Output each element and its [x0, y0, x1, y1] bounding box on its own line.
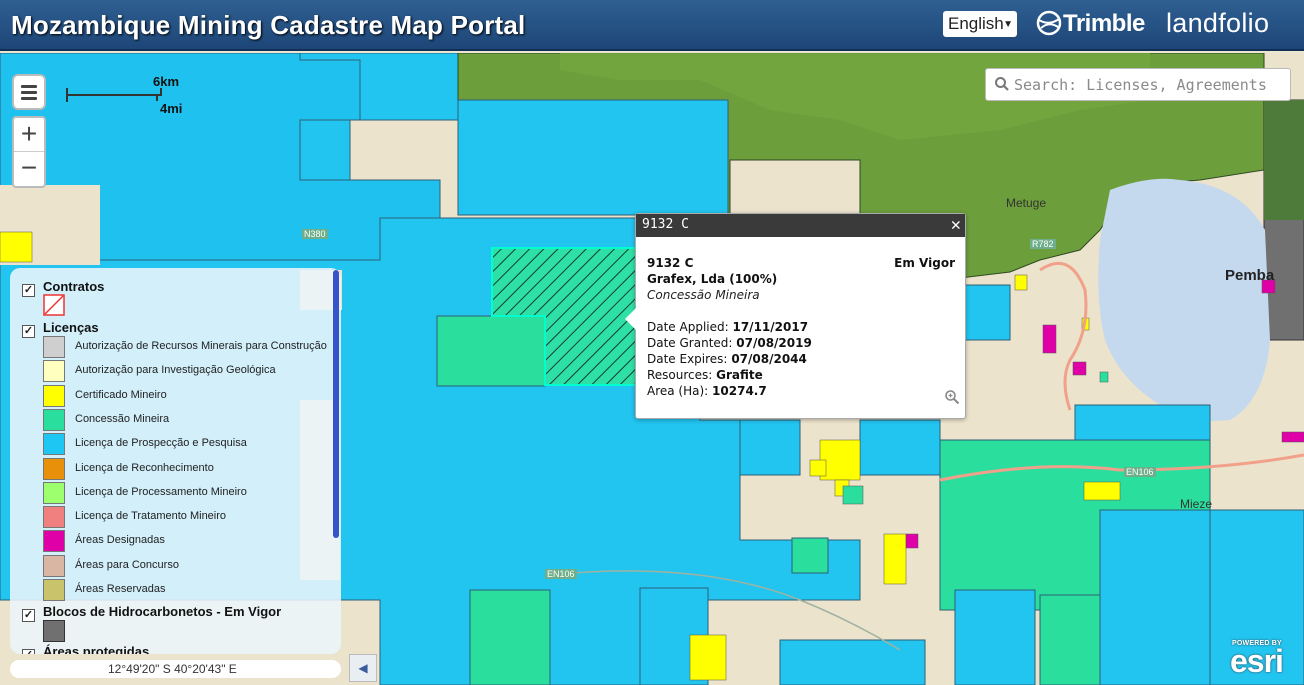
map-label-road-n380: N380 [302, 229, 328, 239]
area-value: 10274.7 [712, 384, 767, 398]
brand-trimble: Trimble [1063, 10, 1145, 37]
resources-label: Resources: [647, 368, 713, 382]
resources-row: Resources: Grafite [647, 367, 957, 383]
license-type: Concessão Mineira [647, 288, 760, 302]
date-granted-value: 07/08/2019 [736, 336, 812, 350]
legend-item-label: Licença de Tratamento Mineiro [75, 510, 227, 523]
trimble-globe-icon [1036, 10, 1062, 36]
checkbox-licencas[interactable]: ✓ [22, 325, 35, 338]
date-expires-label: Date Expires: [647, 352, 728, 366]
date-granted-row: Date Granted: 07/08/2019 [647, 335, 957, 351]
map-label-pemba: Pemba [1225, 267, 1275, 284]
date-expires-value: 07/08/2044 [731, 352, 807, 366]
legend-swatch [43, 360, 65, 383]
map-label-road-r782: R782 [1030, 239, 1056, 249]
checkbox-hidrocarbonetos[interactable]: ✓ [22, 609, 35, 622]
status-badge: Em Vigor [894, 256, 955, 270]
legend-swatch [43, 481, 65, 504]
language-label: English [948, 14, 1004, 33]
legend-item-label: Áreas Reservadas [75, 583, 166, 595]
legend-section-label: Áreas protegidas [43, 644, 150, 654]
swatch [43, 620, 65, 642]
zoom-to-feature-icon[interactable] [944, 389, 960, 405]
scale-bar: 6km 4mi [66, 73, 186, 118]
legend-item-label: Autorização de Recursos Minerais para Co… [75, 340, 327, 352]
language-select[interactable]: English ▼ [943, 11, 1017, 37]
legend-item-label: Licença de Reconhecimento [75, 461, 214, 474]
search-input[interactable] [1014, 74, 1284, 96]
legend-item-label: Licença de Processamento Mineiro [75, 485, 247, 498]
zoom-in-button[interactable]: + [14, 118, 44, 152]
feature-popup: 9132 C ✕ 9132 C Em Vigor Grafex, Lda (10… [625, 213, 966, 419]
legend-swatch [43, 408, 65, 431]
legend-swatch [43, 554, 65, 577]
legend-panel[interactable]: ✓ Contratos ✓ Licenças Autorização de Recu… [10, 268, 341, 654]
close-icon[interactable]: ✕ [951, 215, 961, 235]
date-expires-row: Date Expires: 07/08/2044 [647, 351, 957, 367]
layers-menu-button[interactable] [12, 74, 46, 110]
area-label: Area (Ha): [647, 384, 709, 398]
date-applied-row: Date Applied: 17/11/2017 [647, 319, 957, 335]
brand-landfolio: landfolio [1166, 8, 1270, 38]
app-header: Mozambique Mining Cadastre Map Portal En… [0, 0, 1304, 51]
legend-swatch [43, 506, 65, 529]
legend-item-label: Áreas para Concurso [75, 558, 179, 571]
legend-item-label: Certificado Mineiro [75, 388, 167, 401]
scale-tick [160, 88, 162, 95]
legend-item-label: Áreas Designadas [75, 534, 165, 547]
legend-item-label: Autorização para Investigação Geológica [75, 364, 276, 377]
resources-value: Grafite [716, 368, 763, 382]
scale-line [66, 94, 162, 96]
hamburger-icon [14, 76, 44, 100]
area-row: Area (Ha): 10274.7 [647, 383, 957, 399]
legend-section-label: Blocos de Hidrocarbonetos - Em Vigor [43, 604, 282, 619]
license-holder: Grafex, Lda (100%) [647, 272, 778, 286]
scale-tick [156, 94, 158, 101]
contract-hatch-swatch [43, 294, 65, 316]
legend-swatch [43, 384, 65, 407]
legend-swatch [43, 579, 65, 601]
coordinate-readout: 12°49'20" S 40°20'43" E [10, 660, 341, 678]
legend-swatch [43, 433, 65, 456]
map-label-metuge: Metuge [1006, 196, 1047, 210]
legend-scrollbar[interactable] [333, 270, 339, 538]
map-label-mieze: Mieze [1180, 497, 1213, 511]
checkbox-contratos[interactable]: ✓ [22, 284, 35, 297]
legend-item-label: Concessão Mineira [75, 412, 170, 425]
legend-section-label: Contratos [43, 279, 105, 294]
date-granted-label: Date Granted: [647, 336, 733, 350]
legend-swatch [43, 336, 65, 358]
date-applied-label: Date Applied: [647, 320, 729, 334]
scale-mi-label: 4mi [160, 101, 183, 116]
map-label-road-en106-east: EN106 [1124, 467, 1156, 477]
popup-body: 9132 C Em Vigor Grafex, Lda (100%) Conce… [647, 255, 957, 399]
app-title: Mozambique Mining Cadastre Map Portal [11, 10, 526, 40]
popup-title-bar: 9132 C ✕ [636, 214, 965, 237]
scale-km-label: 6km [153, 74, 180, 89]
collapse-panel-button[interactable]: ◀ [349, 654, 377, 682]
popup-pointer [625, 308, 636, 330]
map-label-road-en106-south: EN106 [545, 569, 577, 579]
legend-section-label: Licenças [43, 320, 99, 335]
legend-swatch [43, 530, 65, 553]
caret-down-icon: ▼ [1003, 19, 1013, 30]
checkbox-protegidas[interactable]: ✓ [22, 649, 35, 654]
legend-swatch [43, 457, 65, 480]
scale-tick [66, 88, 68, 102]
date-applied-value: 17/11/2017 [732, 320, 809, 334]
esri-name: esri [1230, 643, 1284, 679]
license-code: 9132 C [647, 256, 694, 270]
legend-section-protegidas[interactable]: ✓ Áreas protegidas [22, 644, 149, 654]
search-box[interactable] [985, 68, 1291, 101]
legend-item-label: Licença de Prospecção e Pesquisa [75, 437, 247, 450]
popup-title: 9132 C [642, 217, 689, 232]
zoom-out-button[interactable]: − [14, 152, 44, 186]
search-icon [995, 77, 1009, 91]
zoom-controls: + − [12, 116, 46, 188]
esri-logo: POWERED BY esri [1230, 640, 1284, 679]
